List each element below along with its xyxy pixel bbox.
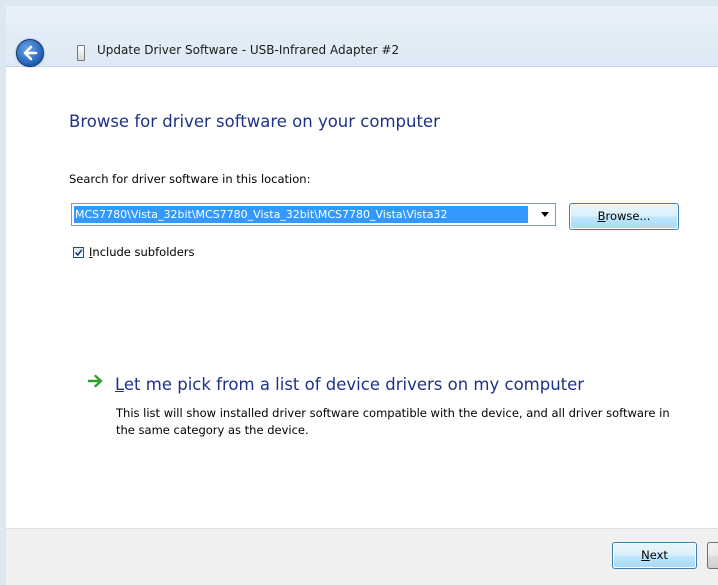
search-location-label: Search for driver software in this locat… bbox=[69, 172, 311, 186]
browse-label: rowse... bbox=[605, 209, 651, 223]
next-mnemonic: N bbox=[641, 548, 650, 562]
back-button[interactable] bbox=[16, 39, 44, 67]
green-arrow-icon bbox=[88, 374, 103, 388]
path-combobox[interactable]: MCS7780\Vista_32bit\MCS7780_Vista_32bit\… bbox=[71, 203, 556, 226]
usb-device-icon bbox=[77, 45, 85, 61]
next-button[interactable]: Next bbox=[612, 542, 697, 569]
path-input[interactable]: MCS7780\Vista_32bit\MCS7780_Vista_32bit\… bbox=[74, 206, 528, 223]
pick-description: This list will show installed driver sof… bbox=[116, 406, 670, 437]
pick-title-rest: et me pick from a list of device drivers… bbox=[123, 375, 585, 394]
title-bar bbox=[6, 6, 718, 67]
page-heading: Browse for driver software on your compu… bbox=[69, 112, 440, 131]
include-subfolders-label[interactable]: Include subfolders bbox=[89, 245, 195, 259]
cancel-button[interactable] bbox=[707, 542, 718, 569]
dialog-frame bbox=[0, 0, 718, 585]
pick-mnemonic: L bbox=[115, 375, 124, 394]
include-label-rest: nclude subfolders bbox=[92, 245, 195, 259]
window-title: Update Driver Software - USB-Infrared Ad… bbox=[97, 43, 400, 57]
pick-from-list-link[interactable]: Let me pick from a list of device driver… bbox=[115, 375, 584, 394]
browse-button[interactable]: Browse... bbox=[569, 203, 679, 230]
next-label: ext bbox=[649, 548, 668, 562]
chevron-down-icon[interactable] bbox=[541, 212, 549, 217]
include-subfolders-checkbox[interactable] bbox=[73, 247, 84, 258]
checkmark-icon bbox=[74, 249, 83, 257]
back-arrow-icon bbox=[23, 45, 38, 61]
